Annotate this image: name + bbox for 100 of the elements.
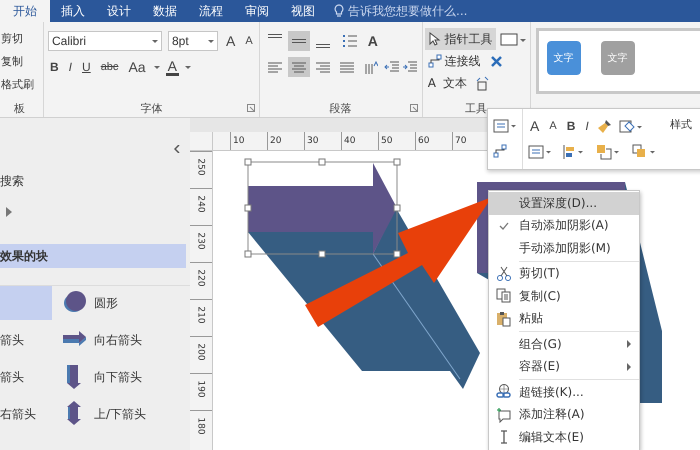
strikethrough-button[interactable]: abc	[98, 61, 120, 73]
ruler-label: 200	[196, 343, 206, 361]
ruler-label: 220	[196, 269, 206, 287]
connector-icon	[428, 54, 442, 68]
menu-item[interactable]: 手动添加阴影(M)	[489, 237, 639, 260]
menu-item[interactable]: 粘贴	[489, 308, 639, 330]
italic-button[interactable]: I	[583, 119, 591, 133]
change-case-button[interactable]: Aa	[126, 59, 148, 75]
ribbon-tab[interactable]: 开始	[0, 0, 50, 22]
decrease-indent-icon[interactable]	[384, 60, 400, 74]
text-box-icon[interactable]	[493, 119, 517, 133]
group-label: 字体	[139, 101, 164, 117]
caret-icon	[154, 66, 160, 68]
lightbulb-icon	[334, 4, 344, 18]
ribbon-tab[interactable]: 视图	[280, 0, 326, 22]
menu-item[interactable]: 容器(E)	[489, 356, 639, 378]
pointer-icon	[428, 32, 442, 46]
bold-button[interactable]: B	[48, 60, 61, 74]
tool-button[interactable]: 指针工具	[424, 28, 496, 50]
clipboard-button[interactable]: 复制	[0, 51, 39, 71]
font-color-button[interactable]: A	[166, 58, 179, 76]
italic-button[interactable]: I	[66, 60, 74, 74]
dialog-launcher-icon[interactable]	[410, 104, 418, 112]
submenu-arrow-icon	[627, 362, 631, 371]
align-icon	[314, 60, 331, 74]
group-label: 工具	[464, 101, 488, 117]
menu-item[interactable]: 复制(C)	[489, 285, 639, 308]
ruler-label: 40	[341, 132, 378, 150]
ribbon-tab[interactable]: 设计	[96, 0, 142, 22]
menu-item[interactable]: 添加注释(A)	[489, 404, 639, 426]
ribbon-tab[interactable]: 数据	[142, 0, 188, 22]
menu-item[interactable]: 编辑文本(E)	[489, 426, 639, 448]
caret-icon	[152, 40, 158, 42]
group-label: 段落	[328, 101, 353, 117]
clipboard-icon	[496, 310, 512, 327]
rectangle-icon[interactable]	[500, 32, 528, 46]
ruler-label: 210	[196, 306, 206, 324]
menu-item[interactable]: 设置深度(D)...	[489, 192, 639, 214]
increase-indent-icon[interactable]	[402, 60, 418, 74]
horizontal-align-button[interactable]	[288, 57, 310, 77]
align-icon	[292, 39, 306, 43]
grow-font-button[interactable]: A	[528, 118, 542, 134]
ruler-label: 230	[196, 232, 206, 250]
search-label[interactable]: 搜索	[0, 173, 190, 191]
position-icon[interactable]	[562, 144, 586, 160]
bring-forward-icon[interactable]	[596, 144, 622, 160]
send-backward-icon[interactable]	[632, 144, 658, 160]
menu-item[interactable]: 超链接(K)...	[489, 381, 639, 404]
grow-font-button[interactable]: A	[224, 33, 238, 49]
align-icon	[268, 34, 282, 38]
group-label: 板	[14, 101, 25, 117]
menu-item[interactable]: 自动添加阴影(A)	[489, 214, 639, 237]
connector-icon[interactable]	[493, 144, 509, 160]
rotate-text-button[interactable]: A	[366, 33, 380, 49]
dialog-launcher-icon[interactable]	[246, 104, 255, 112]
ribbon-tab[interactable]: 审阅	[234, 0, 280, 22]
bullet-list-icon[interactable]	[342, 34, 358, 48]
paintbrush-icon[interactable]	[596, 118, 613, 134]
tool-button[interactable]: A 文本	[424, 72, 470, 94]
selection-box[interactable]	[244, 158, 400, 258]
caret-icon	[184, 66, 191, 68]
vertical-align-button[interactable]	[288, 31, 310, 51]
styles-button[interactable]: 样式	[663, 109, 699, 131]
collapse-icon[interactable]	[174, 145, 180, 153]
ruler-label: 240	[196, 195, 206, 213]
ribbon-tab[interactable]: 插入	[50, 0, 96, 22]
stencil-header[interactable]: 效果的块	[0, 244, 186, 268]
ruler-label: 180	[196, 417, 206, 435]
clipboard-button[interactable]: 剪切	[0, 28, 39, 48]
align-icon	[338, 60, 355, 74]
text-direction-icon[interactable]	[364, 60, 378, 74]
ruler-label: 20	[267, 132, 304, 150]
ruler-label: 10	[230, 132, 267, 150]
caret-icon	[208, 40, 214, 42]
ruler-label: 190	[196, 380, 206, 398]
ruler-label: 60	[415, 132, 452, 150]
underline-button[interactable]: U	[80, 60, 93, 74]
shrink-font-button[interactable]: A	[547, 120, 559, 132]
tool-button[interactable]: 连接线	[424, 50, 484, 72]
align-icon	[316, 44, 330, 48]
font-name-dropdown[interactable]: Calibri	[48, 31, 162, 51]
comment-icon	[496, 406, 512, 423]
expand-triangle-icon[interactable]	[6, 207, 12, 217]
bold-button[interactable]: B	[564, 119, 578, 133]
link-icon	[496, 384, 512, 400]
align-icon	[290, 60, 307, 74]
menu-item[interactable]: 剪切(T)	[489, 262, 639, 285]
ruler-label: 250	[196, 158, 206, 176]
shape-style-icon[interactable]	[618, 118, 643, 134]
scissors-icon	[496, 266, 512, 282]
submenu-arrow-icon	[627, 340, 631, 348]
ribbon-tab[interactable]: 流程	[188, 0, 234, 22]
menu-item[interactable]: 组合(G)	[489, 333, 639, 356]
ruler-label: 30	[304, 132, 341, 150]
tell-me-field[interactable]: 告诉我您想要做什么...	[348, 2, 468, 20]
clipboard-button[interactable]: 格式刷	[0, 74, 39, 94]
ruler-label: 50	[378, 132, 415, 150]
font-size-dropdown[interactable]: 8pt	[168, 31, 218, 51]
align-icon[interactable]	[528, 145, 552, 159]
shrink-font-button[interactable]: A	[243, 35, 255, 47]
